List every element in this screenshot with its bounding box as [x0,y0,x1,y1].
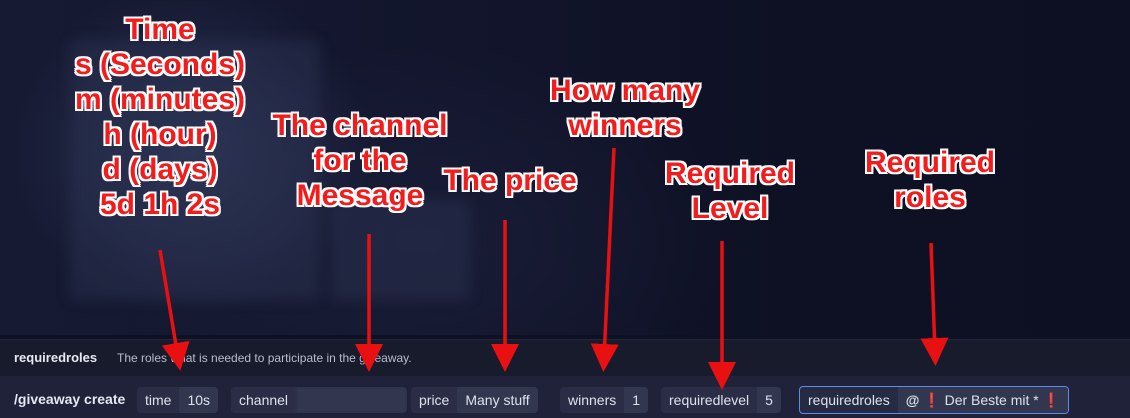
annotation-level: Required Level [664,157,796,225]
arrow-winners [590,147,619,372]
annotation-price: The price [443,164,577,197]
arrow-roles [920,242,949,366]
arrow-time [158,249,190,371]
annotation-time: Time s (Seconds) m (minutes) h (hour) d … [74,13,246,221]
annotation-roles: Required roles [864,146,996,214]
annotation-winners: How many winners [549,74,701,142]
